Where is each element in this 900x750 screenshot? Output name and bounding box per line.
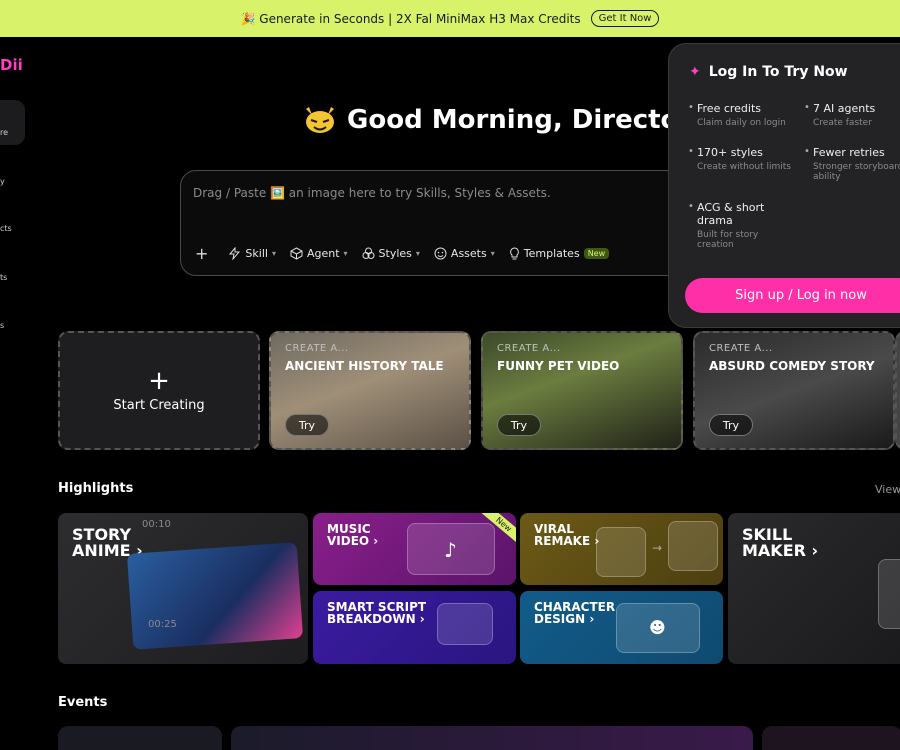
sidebar-item-projects[interactable]: cts — [0, 224, 12, 233]
login-title: ✦ Log In To Try Now — [689, 64, 848, 80]
template-title: ANCIENT HISTORY TALE — [285, 359, 444, 373]
templates-button[interactable]: Templates New — [509, 247, 610, 260]
event-card[interactable] — [231, 726, 753, 750]
feature-item: Free credits Claim daily on login — [688, 102, 807, 128]
try-button[interactable]: Try — [497, 414, 541, 436]
event-card[interactable] — [58, 726, 222, 750]
template-card[interactable]: CREATE A... FUNNY PET VIDEO Try — [481, 331, 683, 450]
templates-label: Templates — [523, 247, 580, 260]
prompt-box[interactable]: Drag / Paste 🖼️ an image here to try Ski… — [180, 170, 720, 276]
prompt-toolbar: + Skill ▾ Agent ▾ Styles ▾ Assets ▾ Template… — [195, 244, 610, 263]
feature-item: Fewer retries Stronger storyboard abilit… — [804, 146, 900, 182]
anime-character-image — [126, 542, 304, 650]
character-design-card[interactable]: CHARACTER DESIGN › ☻ — [520, 591, 723, 664]
source-face-icon — [596, 527, 646, 577]
script-icon — [437, 603, 493, 645]
skill-device-icon — [878, 559, 900, 629]
plus-icon: + — [148, 366, 170, 396]
card-title: SKILL MAKER › — [742, 525, 819, 560]
logo[interactable]: Dii — [0, 56, 23, 74]
music-video-card[interactable]: MUSIC VIDEO › ♪ New — [313, 513, 516, 585]
prompt-placeholder[interactable]: Drag / Paste 🖼️ an image here to try Ski… — [193, 186, 551, 200]
card-title: SMART SCRIPT BREAKDOWN › — [327, 600, 427, 626]
signup-login-button[interactable]: Sign up / Log in now — [685, 278, 900, 313]
start-creating-label: Start Creating — [113, 398, 205, 413]
skill-dropdown[interactable]: Skill ▾ — [228, 247, 276, 260]
feature-item: 7 AI agents Create faster — [804, 102, 900, 128]
skill-maker-card[interactable]: SKILL MAKER › — [728, 513, 900, 664]
try-button[interactable]: Try — [285, 414, 329, 436]
sparkle-icon: ✦ — [689, 64, 701, 80]
sidebar-item-assets[interactable]: ts — [0, 273, 7, 282]
new-badge: New — [583, 248, 610, 259]
greeting-heading: Good Morning, Director — [303, 105, 691, 135]
feature-item: 170+ styles Create without limits — [688, 146, 793, 172]
sidebar-item-settings[interactable]: s — [0, 321, 4, 330]
template-title: FUNNY PET VIDEO — [497, 359, 620, 373]
assets-label: Assets — [450, 247, 487, 260]
template-title: ABSURD COMEDY STORY — [709, 359, 875, 373]
sidebar-item-explore[interactable]: re — [0, 128, 8, 137]
view-all-link[interactable]: View — [875, 483, 900, 496]
music-note-icon: ♪ — [407, 523, 495, 575]
viral-remake-card[interactable]: VIRAL REMAKE › → — [520, 513, 723, 585]
agent-label: Agent — [306, 247, 340, 260]
highlights-title: Highlights — [58, 481, 134, 496]
chevron-down-icon: ▾ — [271, 249, 276, 258]
template-prefix: CREATE A... — [709, 343, 773, 354]
lightbulb-icon — [509, 247, 519, 260]
agent-dropdown[interactable]: Agent ▾ — [290, 247, 348, 260]
timer-label: 00:25 — [148, 619, 177, 630]
add-button[interactable]: + — [195, 244, 208, 263]
promo-banner: 🎉 Generate in Seconds | 2X Fal MiniMax H… — [0, 0, 900, 37]
cube-icon — [290, 247, 303, 260]
remake-face-icon — [668, 521, 718, 571]
template-prefix: CREATE A... — [285, 343, 349, 354]
story-anime-card[interactable]: STORY ANIME › 00:10 00:25 — [58, 513, 308, 664]
skill-label: Skill — [245, 247, 268, 260]
lightning-icon — [229, 247, 241, 260]
card-title: VIRAL REMAKE › — [534, 522, 600, 548]
start-creating-card[interactable]: + Start Creating — [58, 331, 260, 450]
styles-icon — [362, 247, 375, 259]
sidebar-item-library[interactable]: y — [0, 177, 5, 186]
assets-dropdown[interactable]: Assets ▾ — [434, 247, 495, 260]
try-button[interactable]: Try — [709, 414, 753, 436]
feature-item: ACG & short drama Built for story creati… — [688, 201, 793, 250]
character-face-icon: ☻ — [616, 603, 700, 653]
template-prefix: CREATE A... — [497, 343, 561, 354]
get-it-now-button[interactable]: Get It Now — [590, 10, 660, 27]
devil-mascot-icon — [303, 105, 337, 135]
chevron-down-icon: ▾ — [343, 249, 348, 258]
chevron-down-icon: ▾ — [490, 249, 495, 258]
template-card[interactable]: CREATE A... ABSURD COMEDY STORY Try — [693, 331, 895, 450]
face-icon — [434, 247, 447, 260]
timer-label: 00:10 — [142, 519, 171, 530]
greeting-text: Good Morning, Director — [347, 105, 692, 135]
login-popover: ✦ Log In To Try Now Free credits Claim d… — [668, 43, 900, 328]
smart-script-card[interactable]: SMART SCRIPT BREAKDOWN › — [313, 591, 516, 664]
styles-dropdown[interactable]: Styles ▾ — [362, 247, 420, 260]
sidebar-active-item[interactable] — [0, 100, 25, 145]
banner-text: 🎉 Generate in Seconds | 2X Fal MiniMax H… — [240, 11, 581, 26]
arrow-right-icon: → — [652, 541, 663, 555]
events-title: Events — [58, 695, 108, 710]
card-title: CHARACTER DESIGN › — [534, 600, 616, 626]
event-card[interactable] — [762, 726, 900, 750]
card-title: MUSIC VIDEO › — [327, 522, 379, 548]
chevron-down-icon: ▾ — [415, 249, 420, 258]
styles-label: Styles — [378, 247, 412, 260]
template-card[interactable]: CREATE A... ANCIENT HISTORY TALE Try — [269, 331, 471, 450]
template-card-partial[interactable] — [895, 331, 900, 450]
